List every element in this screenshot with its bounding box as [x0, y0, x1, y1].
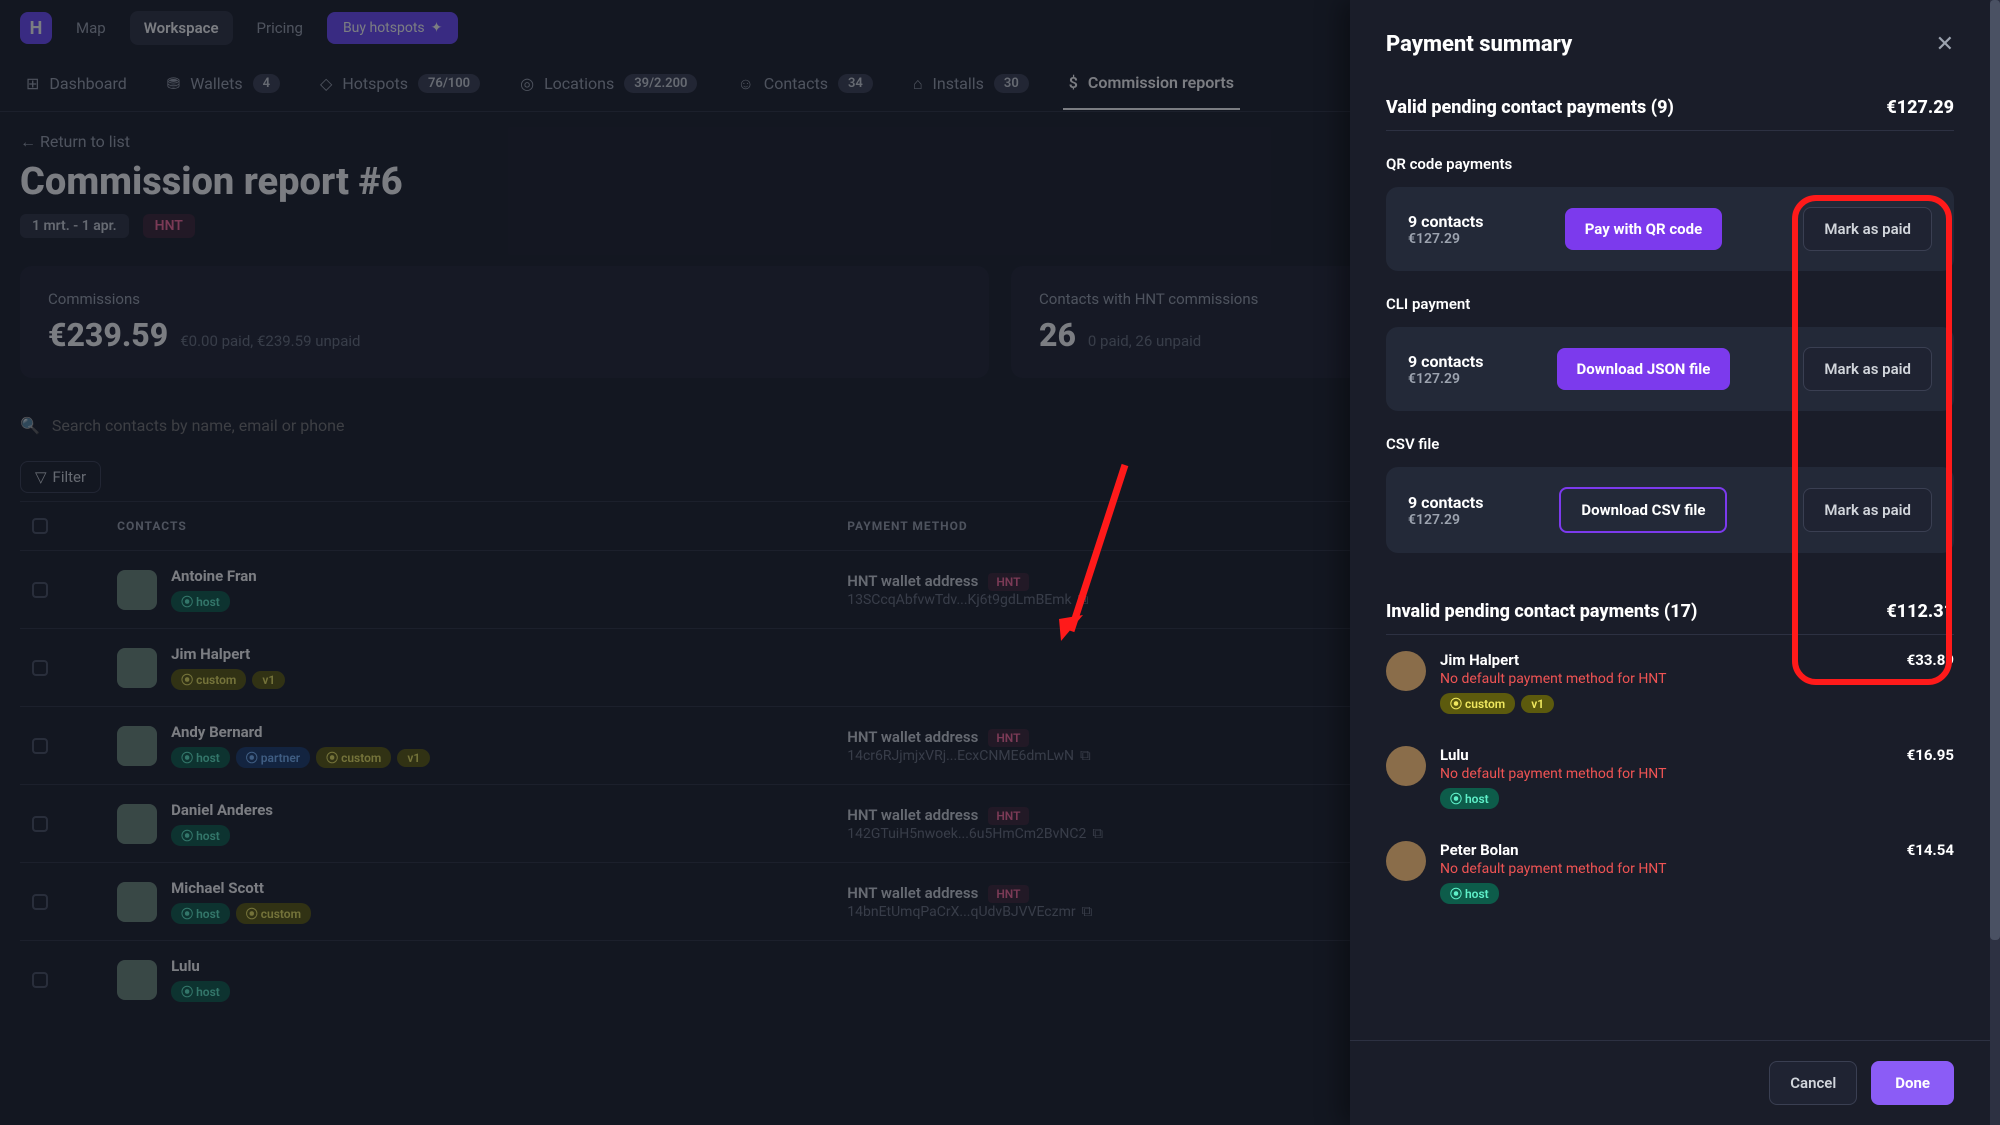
payment-section-heading: CLI payment: [1386, 295, 1954, 313]
valid-heading: Valid pending contact payments (9): [1386, 97, 1674, 118]
done-button[interactable]: Done: [1871, 1061, 1954, 1105]
contact-name: Lulu: [1440, 746, 1893, 764]
error-message: No default payment method for HNT: [1440, 861, 1893, 877]
pay-contacts: 9 contacts: [1408, 352, 1483, 371]
invalid-total: €112.31: [1886, 601, 1954, 622]
payment-section-heading: QR code payments: [1386, 155, 1954, 173]
invalid-contact-item[interactable]: Jim Halpert No default payment method for…: [1386, 635, 1954, 730]
cancel-button[interactable]: Cancel: [1769, 1061, 1857, 1105]
tag-host: ⦿ host: [1440, 883, 1499, 904]
pay-primary-button[interactable]: Download CSV file: [1559, 487, 1727, 533]
error-message: No default payment method for HNT: [1440, 671, 1893, 687]
avatar: [1386, 746, 1426, 786]
panel-title: Payment summary: [1386, 32, 1572, 57]
pay-primary-button[interactable]: Pay with QR code: [1565, 208, 1722, 250]
pay-contacts: 9 contacts: [1408, 212, 1483, 231]
avatar: [1386, 651, 1426, 691]
payment-box: 9 contacts€127.29 Pay with QR code Mark …: [1386, 187, 1954, 271]
payment-summary-panel: Payment summary ✕ Valid pending contact …: [1350, 0, 1990, 1125]
mark-as-paid-button[interactable]: Mark as paid: [1803, 488, 1932, 532]
mark-as-paid-button[interactable]: Mark as paid: [1803, 207, 1932, 251]
avatar: [1386, 841, 1426, 881]
payment-box: 9 contacts€127.29 Download JSON file Mar…: [1386, 327, 1954, 411]
close-icon[interactable]: ✕: [1936, 32, 1954, 57]
valid-total: €127.29: [1886, 97, 1954, 118]
pay-amount: €127.29: [1408, 512, 1483, 528]
pay-amount: €127.29: [1408, 371, 1483, 387]
mark-as-paid-button[interactable]: Mark as paid: [1803, 347, 1932, 391]
scrollbar-thumb[interactable]: [1990, 0, 2000, 940]
contact-name: Jim Halpert: [1440, 651, 1893, 669]
invalid-contact-item[interactable]: Lulu No default payment method for HNT ⦿ h…: [1386, 730, 1954, 825]
contact-name: Peter Bolan: [1440, 841, 1893, 859]
pay-primary-button[interactable]: Download JSON file: [1557, 348, 1731, 390]
payment-box: 9 contacts€127.29 Download CSV file Mark…: [1386, 467, 1954, 553]
pay-amount: €127.29: [1408, 231, 1483, 247]
panel-body: Valid pending contact payments (9) €127.…: [1350, 77, 1990, 1040]
commission-amount: €16.95: [1907, 746, 1954, 764]
payment-section-heading: CSV file: [1386, 435, 1954, 453]
error-message: No default payment method for HNT: [1440, 766, 1893, 782]
tag-custom: ⦿ custom: [1440, 693, 1515, 714]
commission-amount: €33.89: [1907, 651, 1954, 669]
commission-amount: €14.54: [1907, 841, 1954, 859]
invalid-heading: Invalid pending contact payments (17): [1386, 601, 1697, 622]
tag-v1: v1: [1521, 695, 1554, 713]
tag-host: ⦿ host: [1440, 788, 1499, 809]
invalid-contact-item[interactable]: Peter Bolan No default payment method for…: [1386, 825, 1954, 920]
scrollbar-track[interactable]: [1990, 0, 2000, 1125]
pay-contacts: 9 contacts: [1408, 493, 1483, 512]
